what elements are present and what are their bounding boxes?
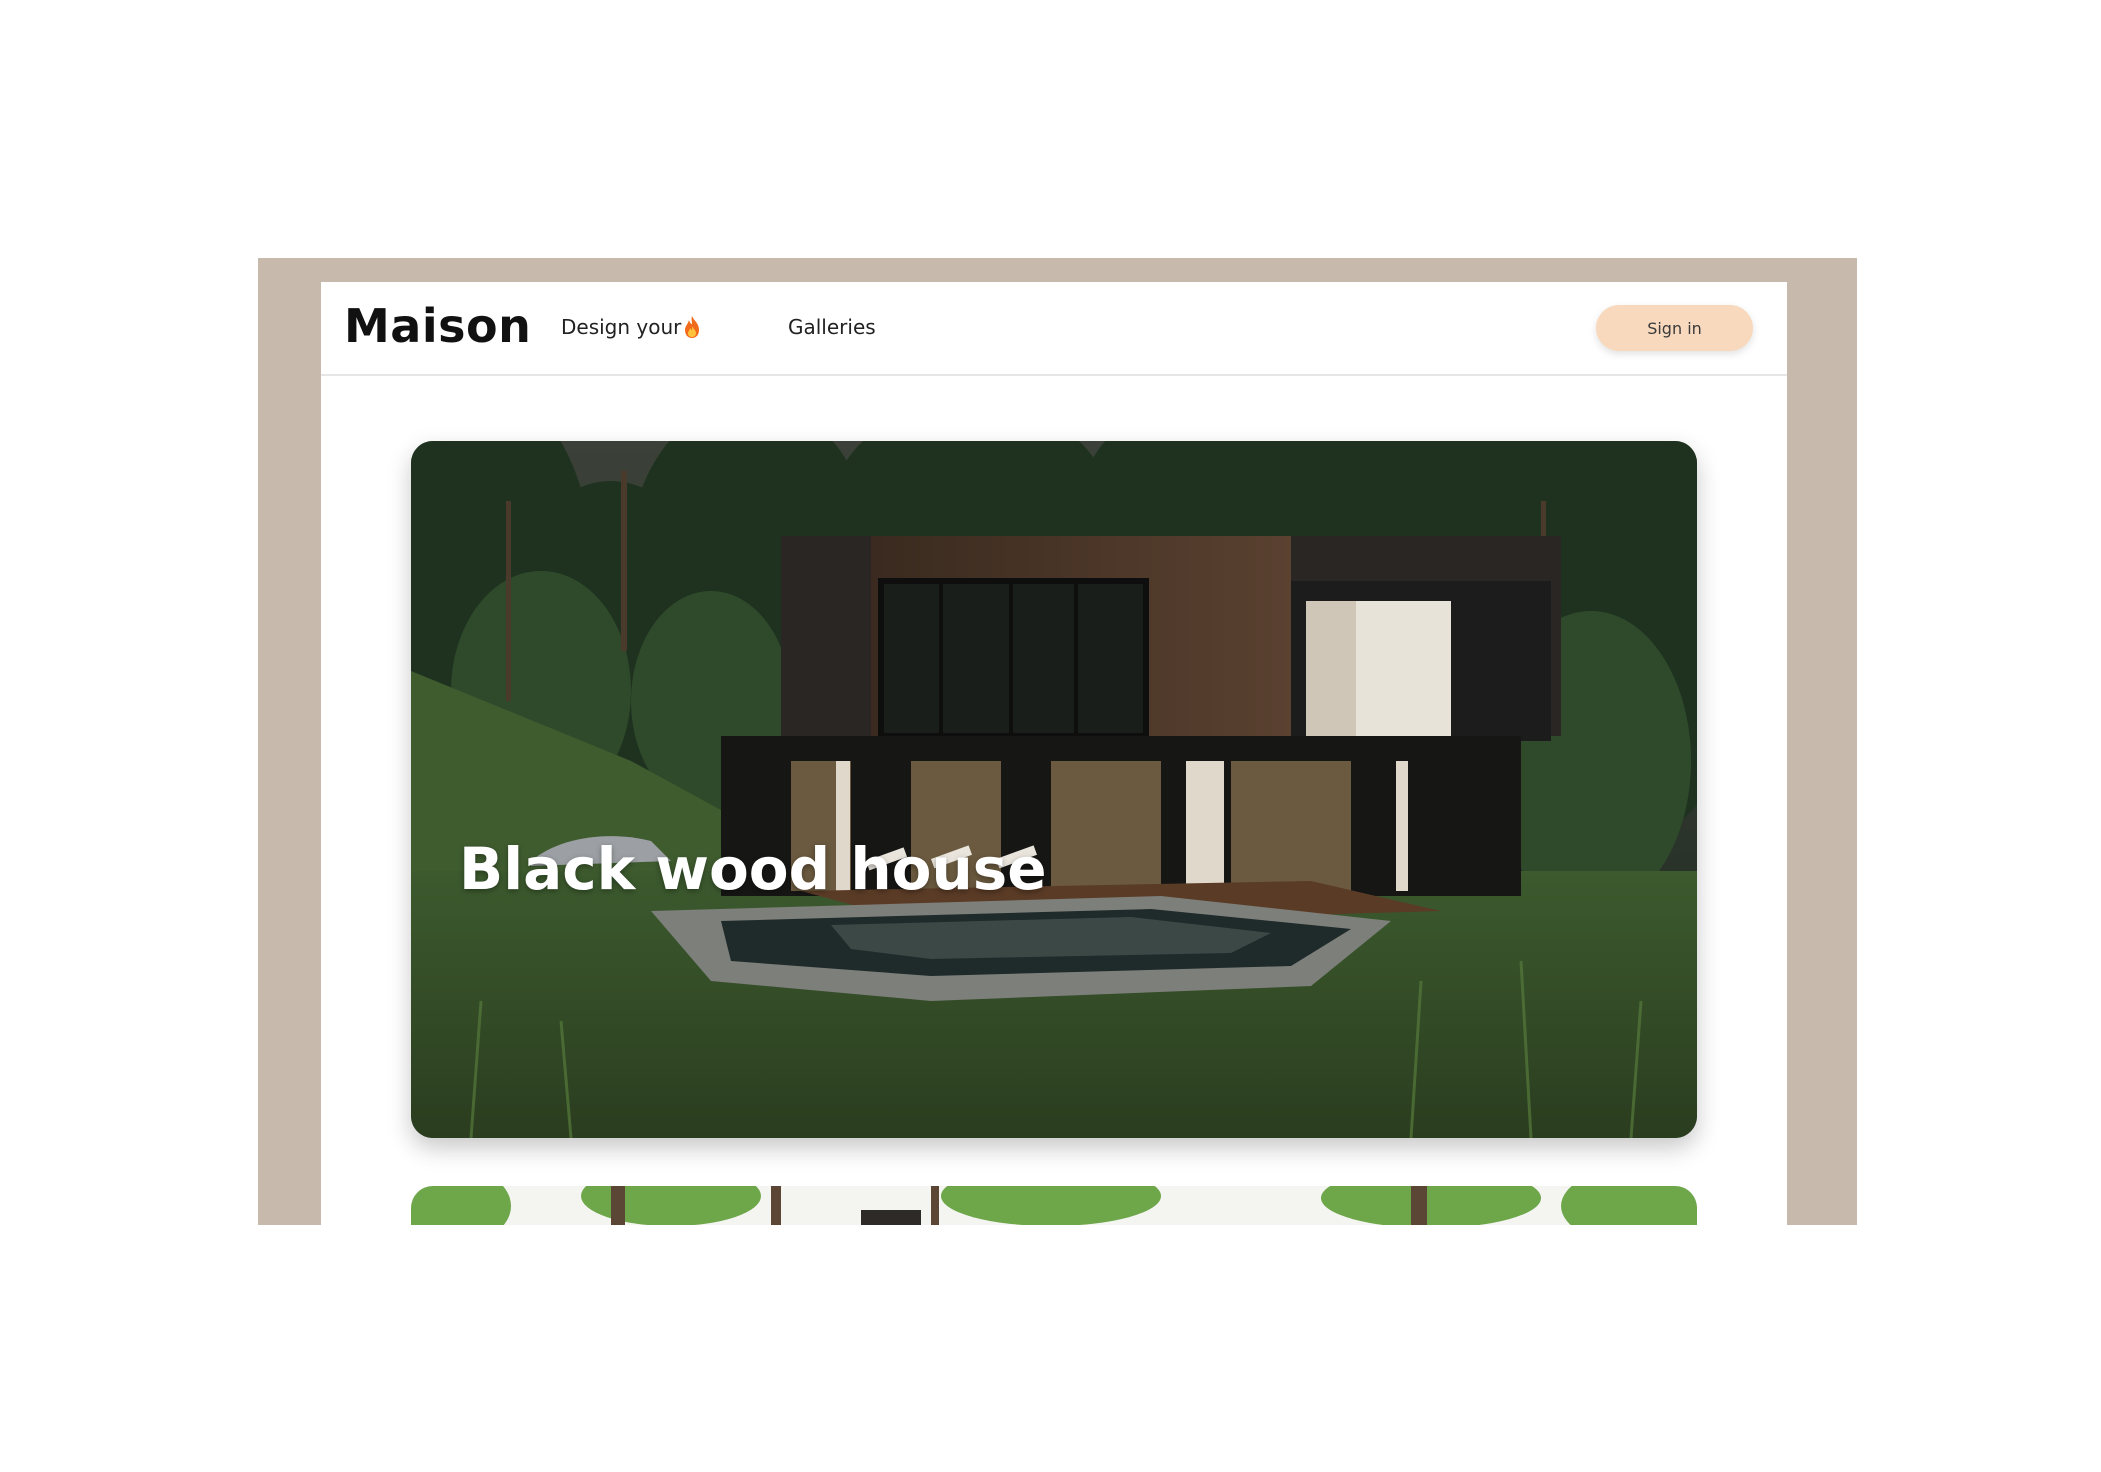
sign-in-button[interactable]: Sign in bbox=[1596, 305, 1753, 351]
house-photo bbox=[411, 441, 1697, 1138]
nav-design-label: Design your bbox=[561, 315, 682, 339]
nav-link-design[interactable]: Design your bbox=[561, 312, 701, 342]
house-title: Black wood house bbox=[459, 835, 1047, 903]
next-house-card[interactable] bbox=[411, 1186, 1697, 1225]
navbar: Maison Design your Galleries Sign in bbox=[321, 282, 1787, 376]
browser-frame: Maison Design your Galleries Sign in Bla… bbox=[258, 258, 1857, 1225]
app-window: Maison Design your Galleries Sign in Bla… bbox=[321, 282, 1787, 1225]
flame-icon bbox=[683, 315, 701, 339]
nav-link-galleries[interactable]: Galleries bbox=[788, 312, 876, 342]
brand-logo[interactable]: Maison bbox=[344, 296, 531, 356]
next-house-photo bbox=[411, 1186, 1697, 1225]
featured-house-card[interactable]: Black wood house bbox=[411, 441, 1697, 1138]
